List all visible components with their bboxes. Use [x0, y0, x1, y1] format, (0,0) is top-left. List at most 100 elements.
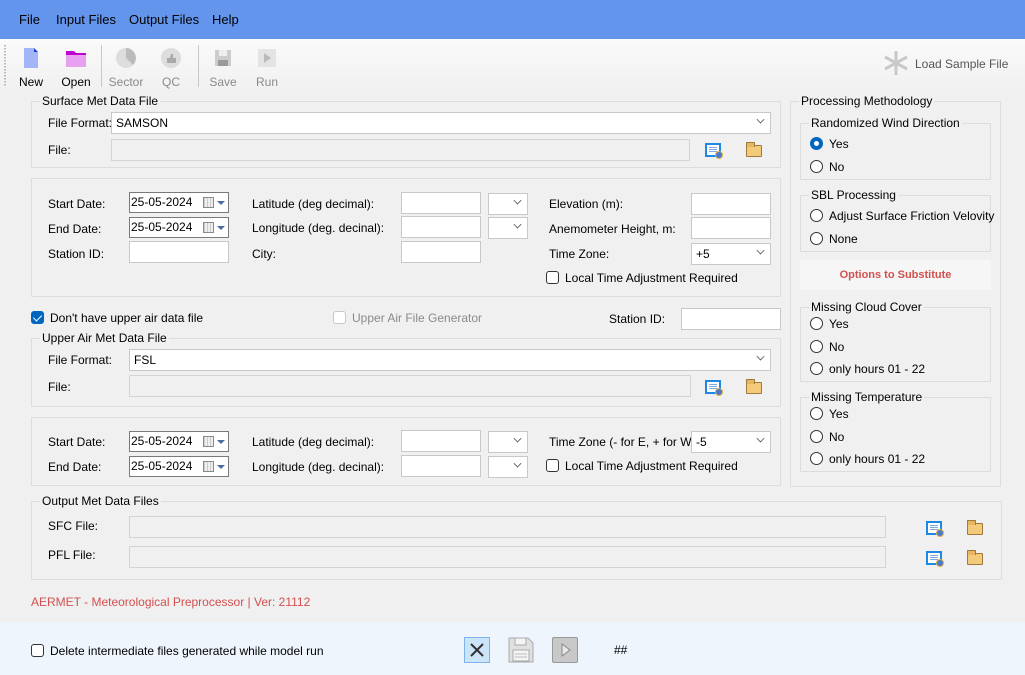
- sbl-adjust-radio[interactable]: [810, 209, 823, 222]
- version-text: AERMET - Meteorological Preprocessor | V…: [31, 595, 311, 609]
- surface-file-format-select[interactable]: SAMSON: [111, 112, 771, 134]
- upper-air-longitude-direction-select[interactable]: [488, 456, 528, 478]
- open-button[interactable]: Open: [56, 45, 96, 89]
- upper-air-file-input[interactable]: [129, 375, 691, 397]
- temp-group-title: Missing Temperature: [809, 390, 925, 404]
- sbl-group-title: SBL Processing: [809, 188, 898, 202]
- new-button[interactable]: New: [11, 45, 51, 89]
- sfc-file-label: SFC File:: [48, 519, 99, 533]
- menu-input-files[interactable]: Input Files: [56, 12, 116, 27]
- processing-group-title: Processing Methodology: [799, 94, 935, 108]
- footer-bar: Delete intermediate files generated whil…: [0, 622, 1025, 675]
- wind-no-label: No: [829, 160, 845, 174]
- upper-air-timezone-label: Time Zone (- for E, + for W): [549, 435, 696, 449]
- surface-anemometer-input[interactable]: [691, 217, 771, 239]
- upper-air-station-id-input[interactable]: [681, 308, 781, 330]
- calendar-icon: [203, 461, 214, 472]
- surface-city-label: City:: [252, 247, 276, 261]
- menu-output-files[interactable]: Output Files: [129, 12, 199, 27]
- temp-no-radio[interactable]: [810, 430, 823, 443]
- temp-yes-label: Yes: [829, 407, 849, 421]
- pfl-file-label: PFL File:: [48, 548, 96, 562]
- menu-file[interactable]: File: [19, 12, 40, 27]
- browse-pfl-folder-icon[interactable]: [966, 550, 983, 565]
- browse-folder-icon[interactable]: [745, 379, 762, 394]
- wind-yes-radio[interactable]: [810, 137, 823, 150]
- save-label: Save: [209, 75, 237, 89]
- view-sfc-file-icon[interactable]: [926, 521, 944, 537]
- menu-bar: File Input Files Output Files Help: [0, 0, 1025, 39]
- surface-file-input[interactable]: [111, 139, 690, 161]
- chevron-down-icon: [513, 220, 522, 229]
- upper-air-file-label: File:: [48, 380, 71, 394]
- upper-air-longitude-input[interactable]: [401, 455, 481, 477]
- save-button[interactable]: Save: [203, 45, 243, 89]
- cloud-yes-label: Yes: [829, 317, 849, 331]
- surface-latitude-direction-select[interactable]: [488, 193, 528, 215]
- surface-end-date-picker[interactable]: 25-05-2024: [129, 217, 229, 238]
- sector-pie-icon: [116, 48, 136, 68]
- run-button[interactable]: Run: [247, 45, 287, 89]
- upper-air-generator-checkbox[interactable]: [333, 311, 346, 324]
- upper-air-file-format-select[interactable]: FSL: [129, 349, 771, 371]
- pfl-file-input[interactable]: [129, 546, 886, 568]
- load-sample-file-button[interactable]: Load Sample File: [882, 49, 1017, 79]
- cloud-group-title: Missing Cloud Cover: [809, 300, 924, 314]
- upper-air-local-time-checkbox[interactable]: [546, 459, 559, 472]
- cloud-hours-radio[interactable]: [810, 362, 823, 375]
- chevron-down-icon: [756, 352, 765, 361]
- surface-elevation-input[interactable]: [691, 193, 771, 215]
- surface-latitude-label: Latitude (deg decimal):: [252, 197, 375, 211]
- no-upper-air-checkbox[interactable]: [31, 311, 44, 324]
- substitute-label: Options to Substitute: [839, 269, 952, 281]
- cloud-yes-radio[interactable]: [810, 317, 823, 330]
- upper-air-latitude-label: Latitude (deg decimal):: [252, 435, 375, 449]
- cancel-button[interactable]: [464, 637, 490, 663]
- chevron-down-icon: [513, 196, 522, 205]
- load-sample-label: Load Sample File: [915, 57, 1009, 71]
- upper-air-end-date-picker[interactable]: 25-05-2024: [129, 456, 229, 477]
- view-pfl-file-icon[interactable]: [926, 551, 944, 567]
- chevron-down-icon: [756, 434, 765, 443]
- options-to-substitute-header: Options to Substitute: [800, 260, 991, 290]
- upper-air-longitude-label: Longitude (deg. decinal):: [252, 460, 385, 474]
- toolbar-separator: [198, 45, 199, 87]
- surface-file-label: File:: [48, 143, 71, 157]
- output-met-group: Output Met Data Files: [31, 494, 1002, 580]
- wind-no-radio[interactable]: [810, 160, 823, 173]
- browse-folder-icon[interactable]: [745, 142, 762, 157]
- delete-intermediate-checkbox[interactable]: [31, 644, 44, 657]
- surface-station-id-input[interactable]: [129, 241, 229, 263]
- upper-air-latitude-input[interactable]: [401, 430, 481, 452]
- view-file-icon[interactable]: [705, 143, 723, 159]
- surface-city-input[interactable]: [401, 241, 481, 263]
- temp-yes-radio[interactable]: [810, 407, 823, 420]
- dropdown-arrow-icon: [217, 465, 225, 469]
- upper-air-start-date-picker[interactable]: 25-05-2024: [129, 431, 229, 452]
- surface-latitude-input[interactable]: [401, 192, 481, 214]
- sbl-none-radio[interactable]: [810, 232, 823, 245]
- sfc-file-input[interactable]: [129, 516, 886, 538]
- surface-timezone-select[interactable]: +5: [691, 243, 771, 265]
- upper-air-timezone-select[interactable]: -5: [691, 431, 771, 453]
- surface-longitude-input[interactable]: [401, 216, 481, 238]
- menu-help[interactable]: Help: [212, 12, 239, 27]
- cloud-no-label: No: [829, 340, 845, 354]
- upper-air-station-id-label: Station ID:: [609, 312, 666, 326]
- sector-button[interactable]: Sector: [106, 45, 146, 89]
- footer-run-button[interactable]: [552, 637, 578, 663]
- surface-longitude-direction-select[interactable]: [488, 217, 528, 239]
- no-upper-air-label: Don't have upper air data file: [50, 311, 204, 325]
- qc-thumb-icon: [161, 48, 181, 68]
- upper-air-latitude-direction-select[interactable]: [488, 431, 528, 453]
- footer-save-button[interactable]: [508, 637, 534, 663]
- temp-hours-radio[interactable]: [810, 452, 823, 465]
- view-file-icon[interactable]: [705, 380, 723, 396]
- surface-start-date-picker[interactable]: 25-05-2024: [129, 192, 229, 213]
- dropdown-arrow-icon: [217, 226, 225, 230]
- cloud-no-radio[interactable]: [810, 340, 823, 353]
- surface-local-time-checkbox[interactable]: [546, 271, 559, 284]
- qc-button[interactable]: QC: [151, 45, 191, 89]
- toolbar-separator: [101, 45, 102, 87]
- browse-sfc-folder-icon[interactable]: [966, 520, 983, 535]
